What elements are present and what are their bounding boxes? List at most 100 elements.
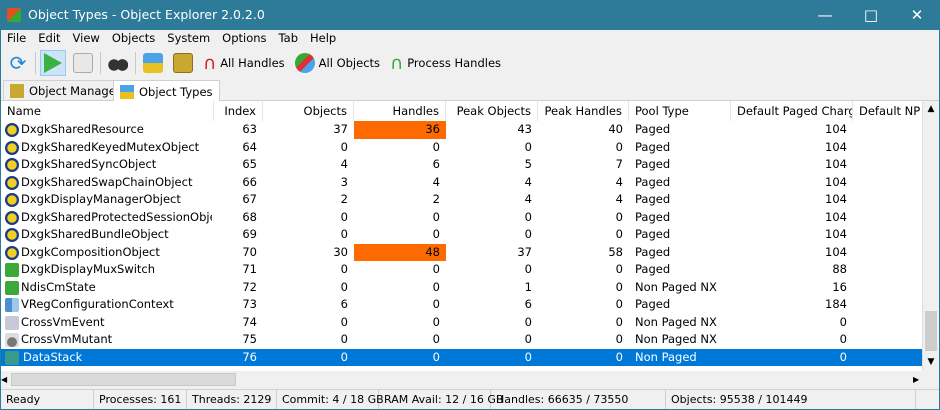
cell-name: CrossVmMutant (21, 332, 113, 346)
menu-system[interactable]: System (161, 30, 216, 47)
cell-peak-objects: 43 (517, 122, 532, 136)
cell-peak-objects: 0 (524, 227, 532, 241)
menu-options[interactable]: Options (216, 30, 272, 47)
cell-index: 76 (242, 349, 257, 364)
table-row[interactable]: DxgkSharedSyncObject 65 4 6 5 7 Paged 104 (1, 156, 922, 174)
cell-index: 65 (242, 157, 257, 171)
menu-bar: File Edit View Objects System Options Ta… (1, 30, 939, 47)
column-header-peak-objects[interactable]: Peak Objects (446, 101, 538, 121)
crate-icon (10, 84, 24, 98)
scroll-thumb[interactable] (11, 373, 236, 386)
maximize-button[interactable]: □ (848, 0, 894, 30)
column-header-default-np-charge[interactable]: Default NP (853, 101, 922, 121)
cell-default-paged-charge: 104 (825, 227, 847, 241)
tab-label: Object Manager (29, 84, 121, 98)
scroll-thumb[interactable] (925, 311, 937, 351)
copy-button[interactable] (70, 50, 96, 76)
table-row[interactable]: VRegConfigurationContext 73 6 0 6 0 Paged 184 (1, 296, 922, 314)
cell-handles: 0 (432, 279, 440, 294)
magnet-icon: ∩ (203, 52, 217, 74)
all-objects-label: All Objects (318, 56, 381, 70)
refresh-button[interactable]: ⟳ (5, 50, 31, 76)
column-header-index[interactable]: Index (214, 101, 263, 121)
all-handles-button[interactable]: ∩ All Handles (200, 50, 288, 76)
cell-pool-type: Non Paged NX (635, 279, 717, 294)
column-header-name[interactable]: Name (1, 101, 214, 121)
cell-name: DxgkSharedSwapChainObject (21, 174, 193, 189)
cell-default-paged-charge: 104 (825, 209, 847, 224)
scroll-left-arrow[interactable]: ◀ (1, 371, 10, 388)
cell-peak-objects: 0 (524, 209, 532, 224)
column-header-default-paged-charge[interactable]: Default Paged Charge (731, 101, 853, 121)
table-row[interactable]: DataStack 76 0 0 0 0 Non Paged 0 (1, 348, 922, 366)
object-types-button[interactable] (140, 50, 166, 76)
separator (35, 52, 36, 74)
cell-index: 75 (242, 332, 257, 346)
cell-peak-objects: 0 (524, 332, 532, 346)
run-button[interactable] (40, 50, 66, 76)
object-manager-button[interactable] (170, 50, 196, 76)
column-header-pool-type[interactable]: Pool Type (629, 101, 731, 121)
cell-peak-objects: 1 (524, 279, 532, 294)
table-row[interactable]: DxgkDisplayManagerObject 67 2 2 4 4 Paged 104 (1, 191, 922, 209)
tab-object-types[interactable]: Object Types (113, 80, 220, 102)
cell-handles: 0 (432, 227, 440, 241)
table-row[interactable]: DxgkDisplayMuxSwitch 71 0 0 0 0 Paged 88 (1, 261, 922, 279)
table-row[interactable]: CrossVmEvent 74 0 0 0 0 Non Paged NX 0 (1, 314, 922, 332)
tab-object-manager[interactable]: Object Manager (3, 80, 128, 101)
separator (100, 52, 101, 74)
cell-peak-objects: 4 (524, 192, 532, 206)
menu-tab[interactable]: Tab (273, 30, 304, 47)
all-objects-button[interactable]: All Objects (292, 50, 383, 76)
table-row[interactable]: DxgkSharedKeyedMutexObject 64 0 0 0 0 Paged 104 (1, 139, 922, 157)
cell-handles: 6 (432, 157, 440, 171)
column-header-handles[interactable]: Handles (354, 101, 446, 121)
play-icon (44, 53, 62, 73)
table-row[interactable]: DxgkSharedProtectedSessionObject 68 0 0 0 0 Pa… (1, 209, 922, 227)
cell-objects: 6 (340, 297, 348, 311)
cell-default-np-charge (853, 174, 922, 192)
cell-handles: 0 (432, 139, 440, 154)
cell-pool-type: Paged (635, 227, 671, 241)
cell-peak-objects: 0 (524, 314, 532, 329)
cell-default-paged-charge: 104 (825, 157, 847, 171)
table-row[interactable]: CrossVmMutant 75 0 0 0 0 Non Paged NX 0 (1, 331, 922, 349)
cell-default-np-charge (853, 244, 922, 262)
table-row[interactable]: DxgkSharedBundleObject 69 0 0 0 0 Paged 104 (1, 226, 922, 244)
cell-peak-handles: 0 (615, 279, 623, 294)
find-button[interactable] (105, 50, 131, 76)
crate-icon (173, 53, 193, 73)
vertical-scrollbar[interactable]: ▲ ▼ (922, 101, 939, 371)
column-header-objects[interactable]: Objects (263, 101, 354, 121)
minimize-button[interactable]: — (802, 0, 848, 30)
cell-default-paged-charge: 104 (825, 174, 847, 189)
table-row[interactable]: DxgkSharedResource 63 37 36 43 40 Paged 104 (1, 121, 922, 139)
table-row[interactable]: NdisCmState 72 0 0 1 0 Non Paged NX 16 (1, 279, 922, 297)
scroll-up-arrow[interactable]: ▲ (923, 101, 939, 118)
menu-help[interactable]: Help (304, 30, 342, 47)
menu-objects[interactable]: Objects (106, 30, 161, 47)
table-row[interactable]: DxgkSharedSwapChainObject 66 3 4 4 4 Paged 104 (1, 174, 922, 192)
horizontal-scrollbar[interactable]: ◀ ▶ (1, 371, 922, 388)
cell-peak-handles: 0 (615, 209, 623, 224)
process-handles-button[interactable]: ∩ Process Handles (387, 50, 504, 76)
cell-name: DxgkSharedKeyedMutexObject (21, 139, 200, 154)
cell-default-np-charge (853, 191, 922, 209)
column-header-peak-handles[interactable]: Peak Handles (538, 101, 629, 121)
close-button[interactable]: ✕ (894, 0, 940, 30)
cell-handles: 2 (432, 192, 440, 206)
cell-objects: 0 (340, 349, 348, 364)
separator (135, 52, 136, 74)
cell-pool-type: Paged (635, 262, 671, 276)
toolbar: ⟳ ∩ All Handles All Objects ∩ Process Hand… (1, 48, 939, 78)
cell-handles: 0 (432, 332, 440, 346)
menu-view[interactable]: View (67, 30, 106, 47)
cell-default-paged-charge: 104 (825, 139, 847, 154)
scroll-right-arrow[interactable]: ▶ (913, 371, 922, 388)
menu-file[interactable]: File (1, 30, 32, 47)
table-row[interactable]: DxgkCompositionObject 70 30 48 37 58 Paged 104 (1, 243, 922, 262)
cell-handles: 0 (432, 349, 440, 364)
scroll-down-arrow[interactable]: ▼ (923, 354, 939, 371)
cell-index: 64 (242, 139, 257, 154)
menu-edit[interactable]: Edit (32, 30, 66, 47)
